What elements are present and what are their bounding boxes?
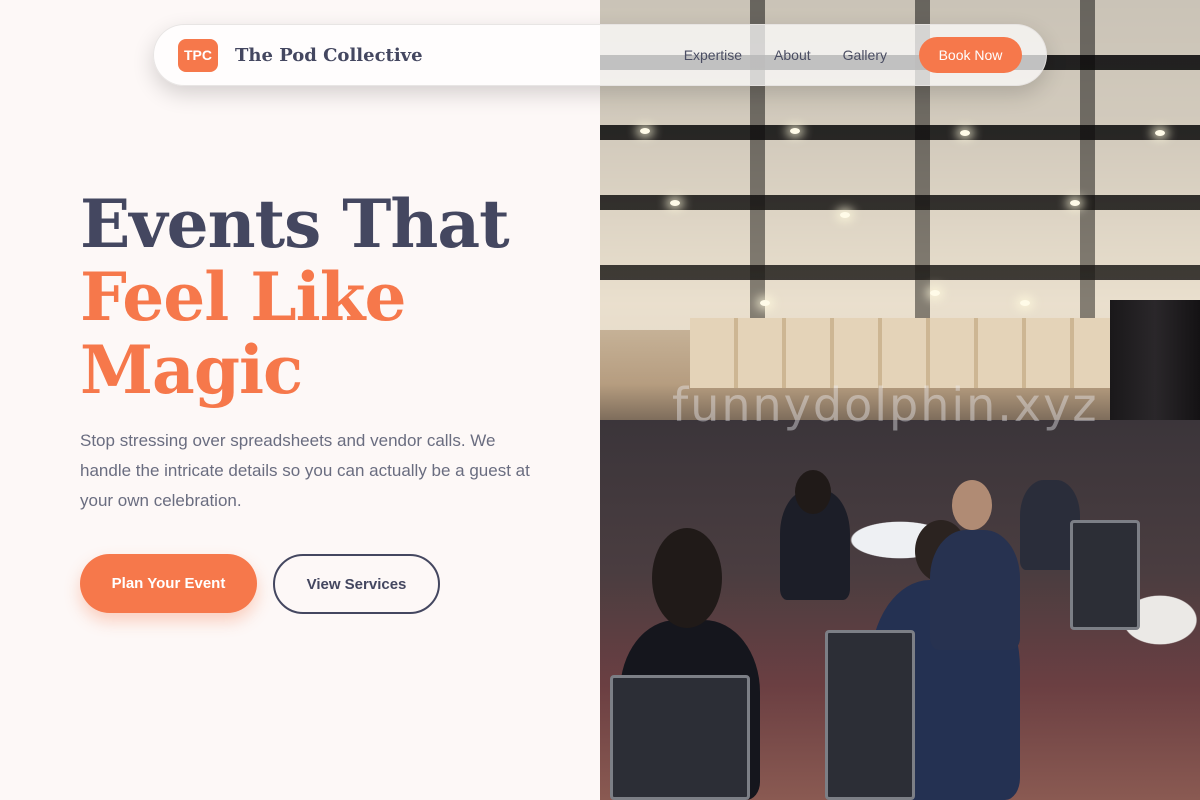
- logo-badge[interactable]: TPC: [178, 38, 218, 72]
- nav-link-gallery[interactable]: Gallery: [843, 47, 887, 63]
- hero-photo-banquet-hall: funnydolphin.xyz: [600, 0, 1200, 800]
- view-services-button[interactable]: View Services: [273, 554, 440, 614]
- nav-link-expertise[interactable]: Expertise: [684, 47, 742, 63]
- crowd: [600, 420, 1200, 800]
- watermark-text: funnydolphin.xyz: [672, 378, 1099, 432]
- headline-line-2: Feel Like: [80, 258, 406, 336]
- brand-name[interactable]: The Pod Collective: [235, 45, 423, 66]
- book-now-button[interactable]: Book Now: [919, 37, 1022, 73]
- headline-line-1: Events That: [80, 185, 510, 263]
- hero-headline: Events That Feel Like Magic: [80, 185, 510, 409]
- nav-links: Expertise About Gallery Book Now: [684, 37, 1022, 73]
- top-navbar: TPC The Pod Collective Expertise About G…: [153, 24, 1047, 86]
- hero-subcopy: Stop stressing over spreadsheets and ven…: [80, 431, 530, 510]
- headline-line-3: Magic: [80, 331, 303, 409]
- nav-link-about[interactable]: About: [774, 47, 811, 63]
- plan-your-event-button[interactable]: Plan Your Event: [80, 554, 257, 613]
